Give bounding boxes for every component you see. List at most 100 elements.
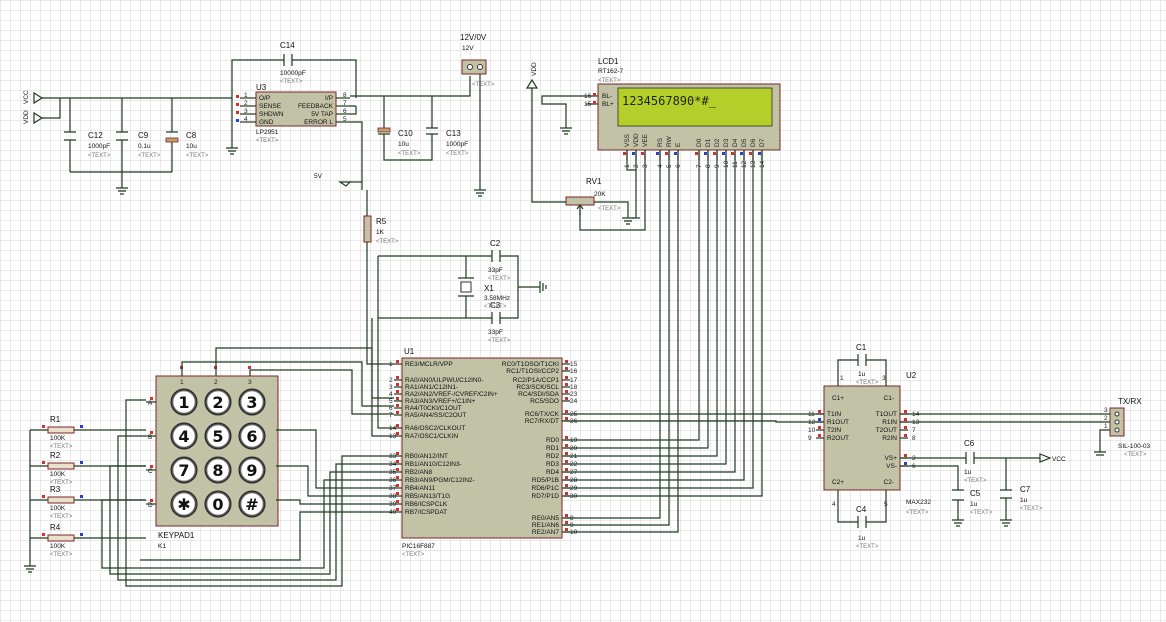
pin-marker xyxy=(150,397,153,400)
pin-marker xyxy=(565,376,568,379)
keypad-col-label: 2 xyxy=(214,379,218,386)
pin-marker xyxy=(641,152,644,155)
r5-value: 1K xyxy=(376,229,385,236)
u1-right-pin-label: RD6/P1C xyxy=(532,485,560,492)
c7-placeholder: <TEXT> xyxy=(1020,506,1043,512)
pin-marker xyxy=(42,495,45,498)
pin-marker xyxy=(565,383,568,386)
keypad-key-label: 7 xyxy=(178,461,189,480)
c10-placeholder: <TEXT> xyxy=(398,151,421,157)
u1-right-pin-label: RD0 xyxy=(546,437,559,444)
keypad-key-label: 3 xyxy=(246,393,257,412)
u2-part: MAX232 xyxy=(906,499,931,506)
pin-marker xyxy=(565,468,568,471)
pin-marker xyxy=(565,484,568,487)
pin-marker xyxy=(42,461,45,464)
c8-value: 10u xyxy=(186,143,197,150)
pin-marker xyxy=(80,461,83,464)
c10-value: 10u xyxy=(398,141,409,148)
c13-placeholder: <TEXT> xyxy=(446,151,469,157)
pin-marker xyxy=(904,418,907,421)
c4-value: 1u xyxy=(858,535,866,542)
supply-name: 12V/0V xyxy=(460,33,487,42)
u1-placeholder: <TEXT> xyxy=(402,552,425,558)
r2-value: 100K xyxy=(50,471,66,478)
lcd-pin-label: D3 xyxy=(723,138,730,147)
c7-ref: C7 xyxy=(1020,485,1031,494)
pin-marker xyxy=(236,103,239,106)
keypad-key[interactable]: 6 xyxy=(238,422,266,450)
r1-placeholder: <TEXT> xyxy=(50,444,73,450)
keypad-key[interactable]: 7 xyxy=(170,456,198,484)
u1-right-pin-label: RD4 xyxy=(546,469,559,476)
u2-right-pin-label: T2OUT xyxy=(876,427,897,434)
pin-marker xyxy=(749,152,752,155)
pin-marker xyxy=(42,533,45,536)
keypad-key[interactable]: 1 xyxy=(170,388,198,416)
lcd-pin-label: D0 xyxy=(696,138,703,147)
u1-right-pin-number: 19 xyxy=(570,437,578,444)
pin-marker xyxy=(396,468,399,471)
keypad-key[interactable]: 3 xyxy=(238,388,266,416)
keypad-key[interactable]: ✱ xyxy=(170,490,198,518)
r3-placeholder: <TEXT> xyxy=(50,514,73,520)
pin-marker xyxy=(396,404,399,407)
pin-marker xyxy=(80,425,83,428)
supply-placeholder: <TEXT> xyxy=(472,82,495,88)
u2-left-pin-label: T1IN xyxy=(827,411,841,418)
lcd-part: RT162-7 xyxy=(598,68,624,75)
pin-marker xyxy=(565,397,568,400)
c5-value: 1u xyxy=(970,501,978,508)
keypad-key[interactable]: 0 xyxy=(204,490,232,518)
vcc-label-1: VCC xyxy=(23,90,30,104)
u3-right-pin-label: I/P xyxy=(325,95,333,102)
r2-ref: R2 xyxy=(50,451,61,460)
u1-left-pin-label: RA0/AN0/ULPWU/C12IN0- xyxy=(405,377,483,384)
u3-left-pin-number: 3 xyxy=(244,108,248,115)
schematic-canvas[interactable]: VCC VDD C12 1000pF <TEXT> C9 0.1u <TEXT>… xyxy=(0,0,1166,622)
lcd-placeholder: <TEXT> xyxy=(598,78,621,84)
u1-left-pin-label: RA6/OSC2/CLKOUT xyxy=(405,425,465,432)
pin-marker xyxy=(904,462,907,465)
pin-marker xyxy=(396,397,399,400)
pin-marker xyxy=(818,434,821,437)
pin-marker xyxy=(396,476,399,479)
c14-ref: C14 xyxy=(280,41,295,50)
lcd-bl-label: BL- xyxy=(602,93,612,100)
u1-right-pin-label: RC2/P1A/CCP1 xyxy=(513,377,560,384)
pin-marker xyxy=(593,93,596,96)
keypad-key-label: 9 xyxy=(246,461,257,480)
keypad-key[interactable]: 5 xyxy=(204,422,232,450)
u1-right-pin-label: RC3/SCK/SCL xyxy=(516,384,559,391)
u1-left-pin-label: RB3/AN9/PGM/C12IN2- xyxy=(405,477,475,484)
u3-left-pin-label: GND xyxy=(259,119,274,126)
grid-background xyxy=(0,0,1166,622)
u1-right-pin-number: 23 xyxy=(570,391,578,398)
u2-right-pin-label: C1- xyxy=(884,395,894,402)
c6-placeholder: <TEXT> xyxy=(964,478,987,484)
u3-left-pin-label: SENSE xyxy=(259,103,282,110)
rv1-placeholder: <TEXT> xyxy=(598,206,621,212)
u1-left-pin-label: RB1/AN10/C12IN3- xyxy=(405,461,462,468)
keypad-key[interactable]: 4 xyxy=(170,422,198,450)
u1-right-pin-number: 20 xyxy=(570,445,578,452)
pin-marker xyxy=(248,366,251,369)
u1-right-pin-label: RD1 xyxy=(546,445,559,452)
pin-marker xyxy=(396,360,399,363)
pin-marker xyxy=(665,152,668,155)
keypad-key[interactable]: 8 xyxy=(204,456,232,484)
keypad-key[interactable]: 2 xyxy=(204,388,232,416)
keypad[interactable]: KEYPAD1 K1 1 2 3 4 5 6 7 8 9 ✱ 0 # A B C D 1 2 3 xyxy=(146,366,279,550)
u1-left-pin-label: RA7/OSC1/CLKIN xyxy=(405,433,458,440)
c6-ref: C6 xyxy=(964,439,975,448)
u1-right-pin-label: RC6/TX/CK xyxy=(525,411,560,418)
keypad-key[interactable]: 9 xyxy=(238,456,266,484)
r4-value: 100K xyxy=(50,543,66,550)
c9-ref: C9 xyxy=(138,131,149,140)
r1-ref: R1 xyxy=(50,415,61,424)
keypad-key[interactable]: # xyxy=(238,490,266,518)
pin-marker xyxy=(904,454,907,457)
c4-placeholder: <TEXT> xyxy=(856,544,879,550)
microcontroller-u1[interactable]: U1 PIC16F887 <TEXT> RE3/MCLR/VPP 1 RA0/AN0… xyxy=(389,347,578,558)
pin-marker xyxy=(396,390,399,393)
